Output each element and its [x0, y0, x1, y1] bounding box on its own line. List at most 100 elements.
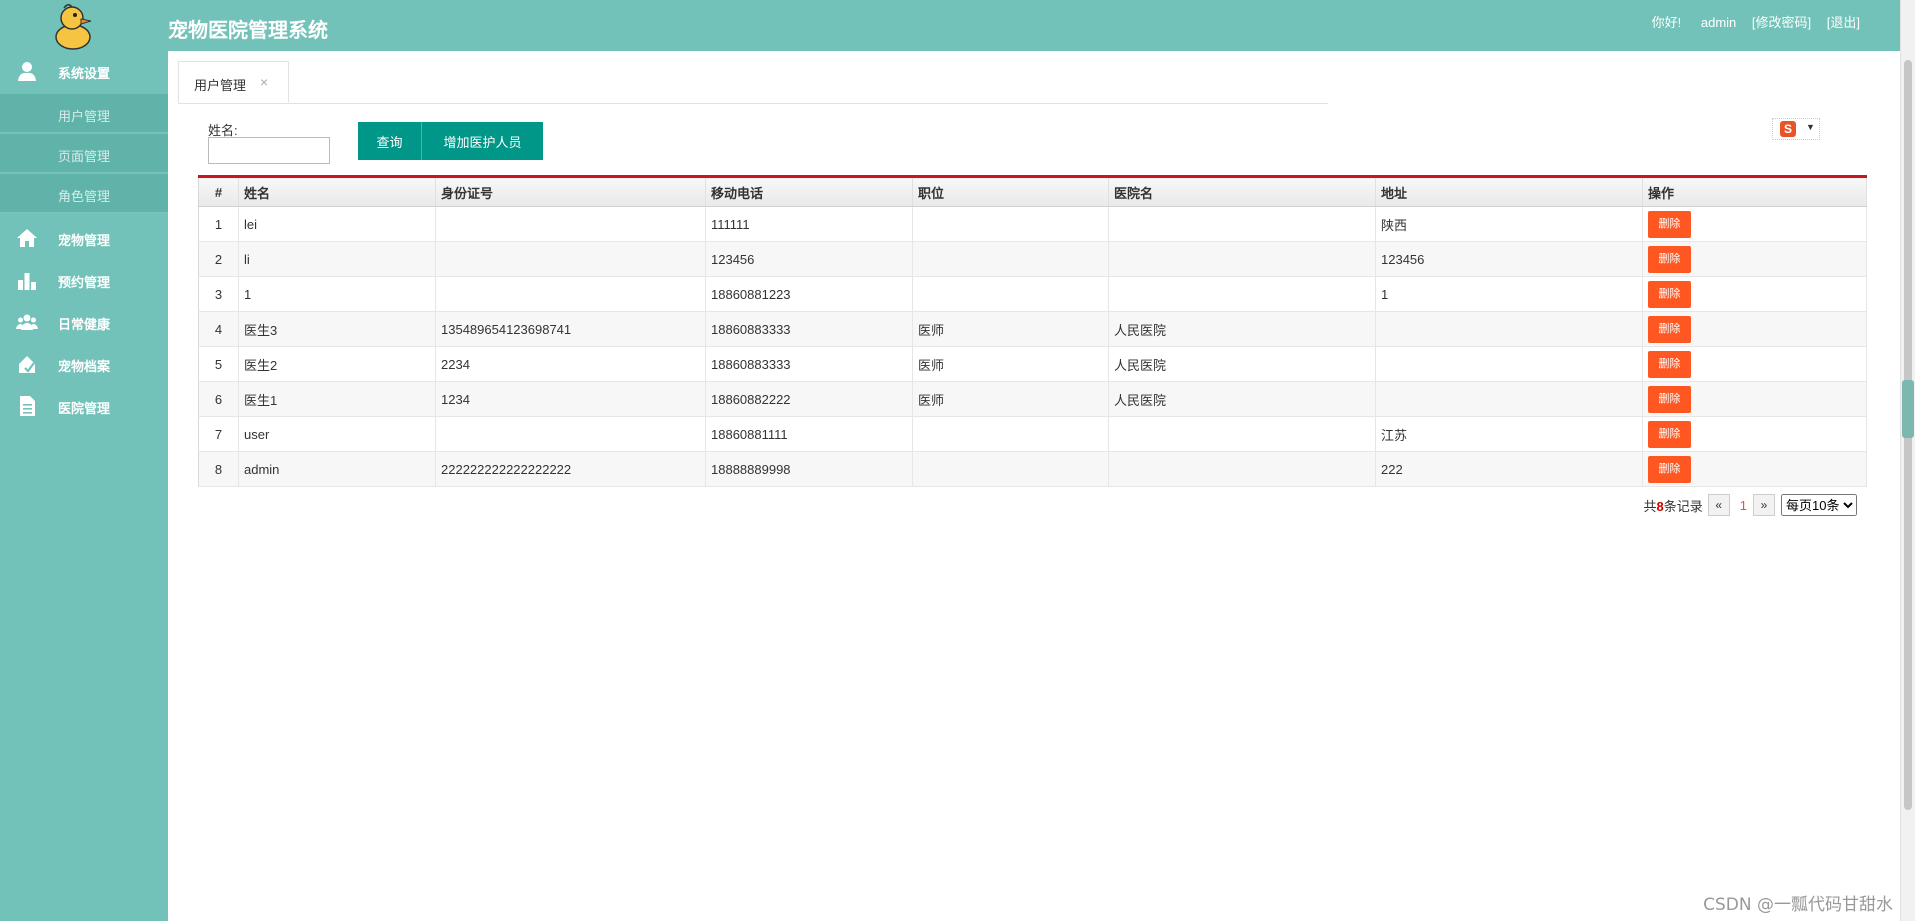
- cell-index: 1: [198, 206, 239, 242]
- column-header-name: 姓名: [238, 176, 436, 207]
- cell-mobile: 18860883333: [705, 311, 913, 347]
- cell-address: [1375, 346, 1643, 382]
- cell-name: lei: [238, 206, 436, 242]
- sidebar-subitem-label: 角色管理: [58, 189, 111, 204]
- delete-button[interactable]: 删除: [1648, 455, 1691, 483]
- name-search-input[interactable]: [208, 137, 330, 164]
- cell-mobile: 111111: [705, 206, 913, 242]
- sidebar-item-label: 系统设置: [58, 66, 111, 81]
- table-row: 7 user 18860881111 江苏 删除: [198, 416, 1867, 452]
- tab-bar: 用户管理 ×: [178, 61, 1328, 104]
- delete-button[interactable]: 删除: [1648, 245, 1691, 273]
- cell-index: 7: [198, 416, 239, 452]
- cell-index: 3: [198, 276, 239, 312]
- cell-index: 8: [198, 451, 239, 487]
- page-size-select[interactable]: 每页10条: [1781, 494, 1857, 516]
- home-icon: [17, 229, 37, 247]
- pet-record-icon: [19, 356, 35, 373]
- sidebar: 系统设置 用户管理 页面管理 角色管理 宠物管理 预约管理 日常健康 宠物档案 …: [0, 51, 168, 921]
- scrollbar-grip[interactable]: [1902, 380, 1914, 438]
- caret-down-icon: ▼: [1806, 122, 1815, 132]
- cell-mobile: 18860883333: [705, 346, 913, 382]
- user-links: 你好! admin [修改密码] [退出]: [1640, 12, 1860, 31]
- cell-id-number: 2234: [435, 346, 706, 382]
- change-password-link[interactable]: [修改密码]: [1752, 15, 1811, 30]
- cell-actions: 删除: [1642, 381, 1867, 417]
- cell-hospital: 人民医院: [1108, 381, 1376, 417]
- page-scrollbar[interactable]: [1900, 0, 1915, 921]
- add-staff-button[interactable]: 增加医护人员: [422, 122, 543, 160]
- tab-user-management[interactable]: 用户管理 ×: [178, 61, 289, 103]
- cell-hospital: [1108, 241, 1376, 277]
- cell-address: 123456: [1375, 241, 1643, 277]
- current-page[interactable]: 1: [1740, 498, 1747, 513]
- next-page-button[interactable]: »: [1753, 494, 1775, 516]
- cell-address: 1: [1375, 276, 1643, 312]
- duck-logo-icon: [55, 4, 92, 50]
- sidebar-item-system-settings[interactable]: 系统设置: [0, 51, 168, 89]
- sidebar-item-pet-management[interactable]: 宠物管理: [0, 218, 168, 256]
- bar-chart-icon: [18, 273, 36, 290]
- cell-actions: 删除: [1642, 311, 1867, 347]
- delete-button[interactable]: 删除: [1648, 210, 1691, 238]
- cell-mobile: 18860882222: [705, 381, 913, 417]
- pagination: 共8条记录 « 1 » 每页10条: [1644, 493, 1857, 517]
- cell-name: li: [238, 241, 436, 277]
- cell-position: 医师: [912, 346, 1109, 382]
- table-row: 5 医生2 2234 18860883333 医师 人民医院 删除: [198, 346, 1867, 382]
- username-link[interactable]: admin: [1701, 15, 1736, 30]
- sidebar-subitem-role-management[interactable]: 角色管理: [0, 174, 168, 213]
- sidebar-item-hospital-management[interactable]: 医院管理: [0, 386, 168, 424]
- sidebar-item-label: 预约管理: [58, 275, 111, 290]
- cell-position: [912, 241, 1109, 277]
- delete-button[interactable]: 删除: [1648, 280, 1691, 308]
- sogou-s-icon: S: [1780, 121, 1796, 137]
- input-method-badge[interactable]: S ▼: [1772, 118, 1820, 140]
- delete-button[interactable]: 删除: [1648, 315, 1691, 343]
- cell-name: admin: [238, 451, 436, 487]
- cell-id-number: 1234: [435, 381, 706, 417]
- cell-id-number: [435, 276, 706, 312]
- sidebar-item-daily-health[interactable]: 日常健康: [0, 302, 168, 340]
- column-header-id-number: 身份证号: [435, 176, 706, 207]
- prev-page-button[interactable]: «: [1707, 494, 1730, 516]
- cell-id-number: 222222222222222222: [435, 451, 706, 487]
- cell-position: 医师: [912, 381, 1109, 417]
- table-row: 4 医生3 135489654123698741 18860883333 医师 人民医院 删…: [198, 311, 1867, 347]
- sidebar-item-label: 日常健康: [58, 317, 111, 332]
- logout-link[interactable]: [退出]: [1827, 15, 1860, 30]
- cell-address: 222: [1375, 451, 1643, 487]
- app-title: 宠物医院管理系统: [168, 20, 328, 42]
- cell-hospital: 人民医院: [1108, 311, 1376, 347]
- delete-button[interactable]: 删除: [1648, 350, 1691, 378]
- csdn-watermark: CSDN @一瓢代码甘甜水: [1703, 895, 1893, 915]
- cell-hospital: [1108, 206, 1376, 242]
- table-row: 2 li 123456 123456 删除: [198, 241, 1867, 277]
- sidebar-subitem-page-management[interactable]: 页面管理: [0, 134, 168, 173]
- close-icon[interactable]: ×: [260, 74, 268, 90]
- cell-position: [912, 276, 1109, 312]
- cell-name: 医生2: [238, 346, 436, 382]
- sidebar-subitem-user-management[interactable]: 用户管理: [0, 94, 168, 133]
- tab-label: 用户管理: [194, 78, 247, 93]
- cell-index: 6: [198, 381, 239, 417]
- sidebar-item-appointment-management[interactable]: 预约管理: [0, 260, 168, 298]
- cell-position: 医师: [912, 311, 1109, 347]
- delete-button[interactable]: 删除: [1648, 420, 1691, 448]
- column-header-position: 职位: [912, 176, 1109, 207]
- query-button[interactable]: 查询: [358, 122, 422, 160]
- column-header-address: 地址: [1375, 176, 1643, 207]
- user-icon: [18, 62, 36, 81]
- cell-actions: 删除: [1642, 416, 1867, 452]
- cell-mobile: 18860881223: [705, 276, 913, 312]
- cell-address: [1375, 381, 1643, 417]
- cell-address: 江苏: [1375, 416, 1643, 452]
- cell-hospital: [1108, 276, 1376, 312]
- delete-button[interactable]: 删除: [1648, 385, 1691, 413]
- record-count: 共8条记录: [1644, 496, 1703, 515]
- sidebar-item-pet-records[interactable]: 宠物档案: [0, 344, 168, 382]
- cell-id-number: [435, 241, 706, 277]
- column-header-hospital: 医院名: [1108, 176, 1376, 207]
- document-icon: [20, 396, 35, 416]
- users-icon: [16, 314, 38, 330]
